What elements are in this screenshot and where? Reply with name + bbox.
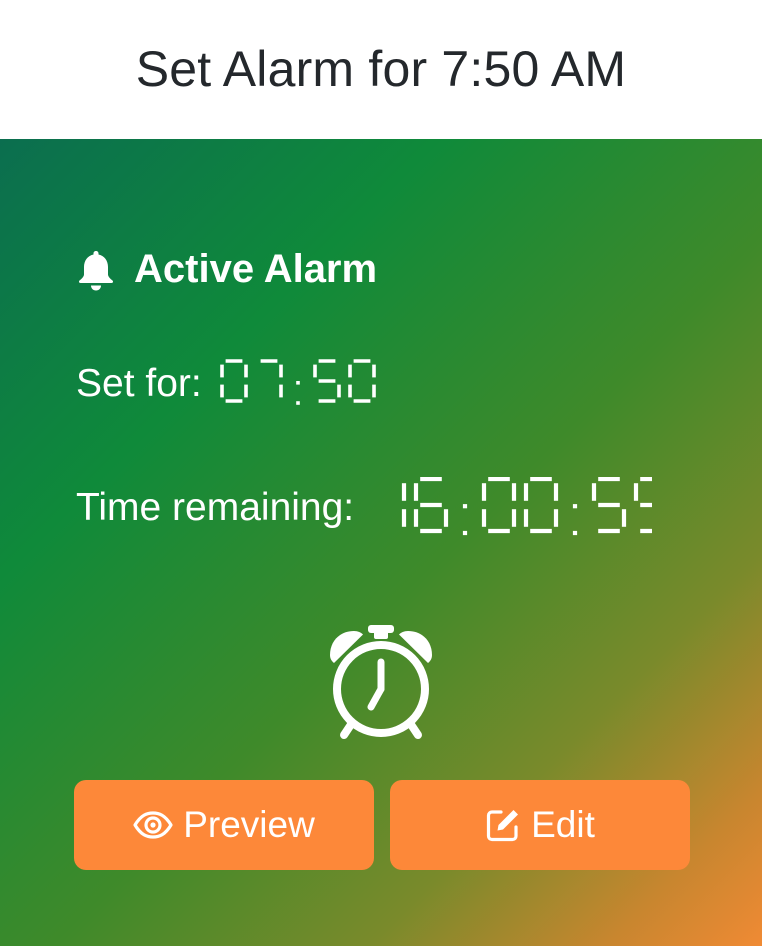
time-remaining-row: Time remaining:	[76, 477, 653, 539]
eye-icon	[133, 811, 173, 839]
edit-button[interactable]: Edit	[390, 780, 690, 870]
preview-button[interactable]: Preview	[74, 780, 374, 870]
set-for-label: Set for:	[76, 362, 202, 405]
set-for-time	[219, 359, 380, 409]
active-alarm-card: Active Alarm Set for: Time remaining: Pr…	[0, 139, 762, 946]
preview-button-label: Preview	[183, 804, 315, 845]
time-remaining-label: Time remaining:	[76, 486, 355, 529]
alarm-clock-icon	[324, 625, 438, 741]
active-alarm-title: Active Alarm	[134, 247, 378, 291]
time-remaining-digital-display	[402, 477, 653, 536]
edit-icon	[487, 810, 519, 842]
page-header: Set Alarm for 7:50 AM	[0, 0, 762, 139]
set-for-digital-display	[219, 359, 376, 405]
active-alarm-heading: Active Alarm	[76, 247, 377, 292]
time-remaining-value	[372, 477, 653, 539]
edit-button-label: Edit	[531, 804, 595, 845]
page-title: Set Alarm for 7:50 AM	[135, 40, 627, 97]
set-for-row: Set for:	[76, 359, 380, 409]
bell-icon	[78, 250, 114, 290]
